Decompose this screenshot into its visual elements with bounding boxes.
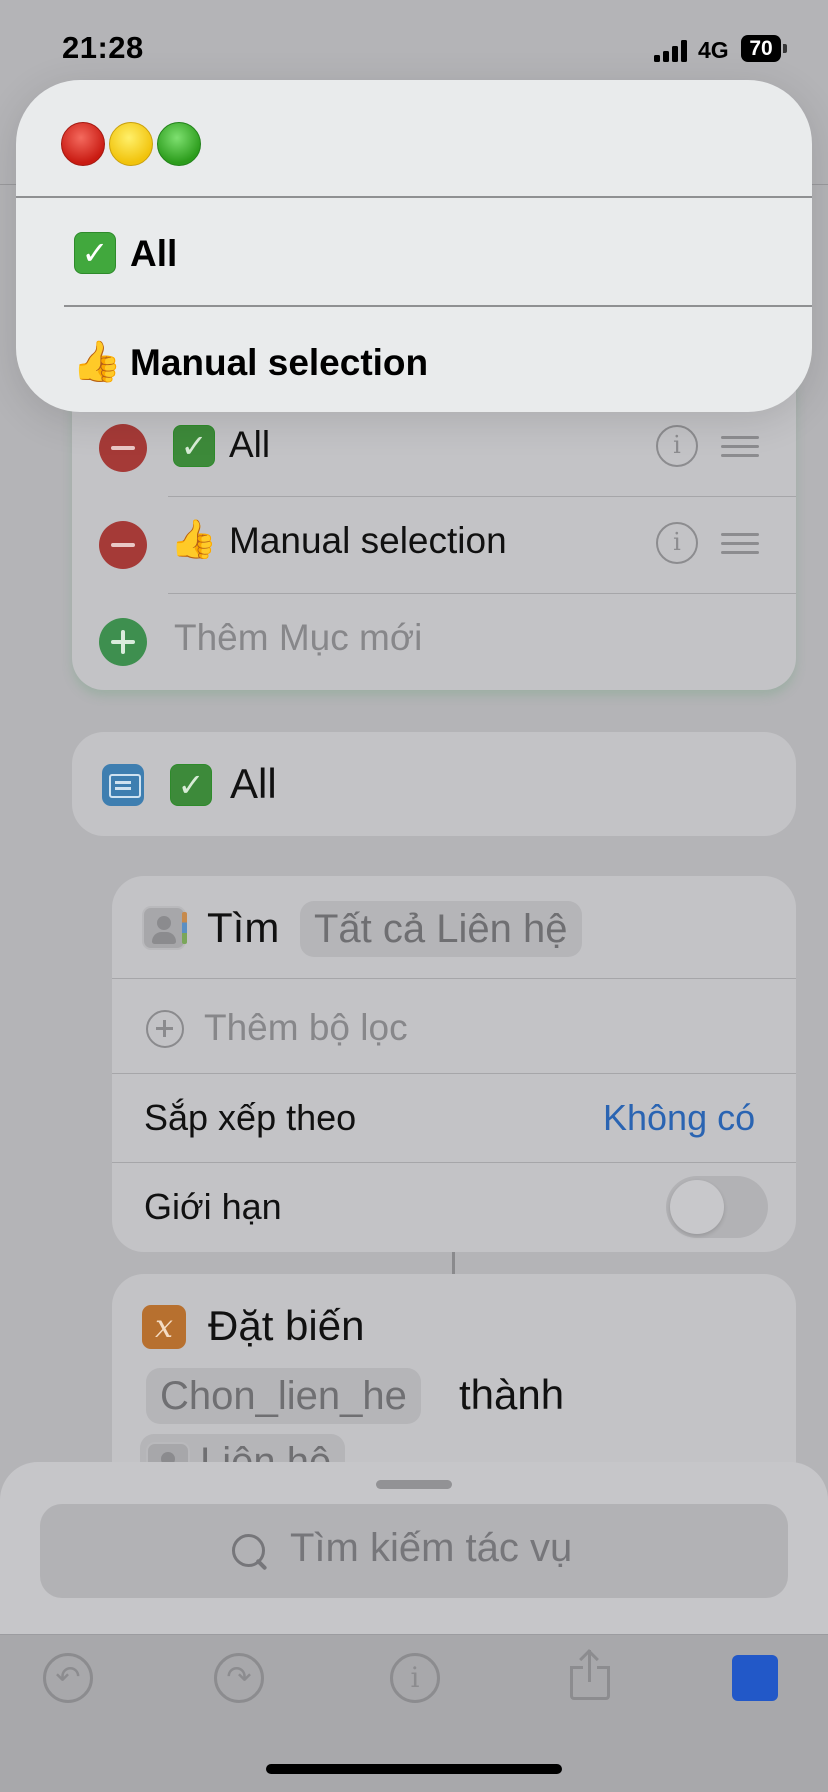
limit-label: Giới hạn	[144, 1186, 282, 1227]
checkmark-emoji-icon: ✓	[173, 425, 215, 467]
row-divider	[112, 1162, 796, 1163]
undo-icon[interactable]: ↶	[43, 1653, 93, 1703]
status-time: 21:28	[62, 30, 144, 65]
popup-item-manual-selection[interactable]: Manual selection	[130, 342, 428, 384]
action-connector	[452, 1252, 455, 1274]
checkmark-emoji-icon: ✓	[170, 764, 212, 806]
menu-item-label[interactable]: All	[229, 424, 270, 466]
contacts-icon	[142, 906, 186, 950]
row-divider	[168, 496, 796, 497]
drag-handle-icon[interactable]	[721, 533, 759, 555]
search-icon	[232, 1534, 272, 1574]
set-variable-title: Đặt biến	[208, 1302, 365, 1349]
info-icon[interactable]: i	[656, 522, 698, 564]
variable-name-token[interactable]: Chon_lien_he	[146, 1368, 421, 1424]
popup-header-divider	[16, 196, 812, 198]
menu-item-label[interactable]: Manual selection	[229, 520, 507, 562]
popup-item-divider	[64, 305, 812, 307]
thumbs-up-emoji-icon: 👍	[72, 340, 122, 384]
find-target-token[interactable]: Tất cả Liên hệ	[300, 901, 582, 957]
row-divider	[168, 593, 796, 594]
drag-handle-icon[interactable]	[721, 436, 759, 458]
stop-icon[interactable]	[732, 1655, 778, 1701]
info-icon[interactable]: i	[390, 1653, 440, 1703]
row-divider	[112, 978, 796, 979]
popup-item-all[interactable]: All	[130, 233, 177, 275]
add-item-placeholder[interactable]: Thêm Mục mới	[174, 617, 422, 659]
close-window-icon[interactable]	[61, 122, 105, 166]
thumbs-up-emoji-icon: 👍	[170, 519, 218, 561]
find-verb: Tìm	[207, 904, 280, 951]
remove-item-button[interactable]	[99, 521, 147, 569]
home-indicator	[266, 1764, 562, 1774]
row-divider	[112, 1073, 796, 1074]
limit-toggle[interactable]	[666, 1176, 768, 1238]
case-label: All	[230, 760, 277, 807]
redo-icon[interactable]: ↷	[214, 1653, 264, 1703]
variable-x-icon: x	[142, 1305, 186, 1349]
add-filter-icon[interactable]	[146, 1010, 184, 1048]
search-placeholder[interactable]: Tìm kiếm tác vụ	[290, 1526, 572, 1571]
checkmark-emoji-icon: ✓	[74, 232, 116, 274]
battery-icon: 70	[741, 35, 781, 62]
sort-by-value[interactable]: Không có	[603, 1097, 755, 1139]
sort-by-label: Sắp xếp theo	[144, 1097, 357, 1138]
to-label: thành	[459, 1371, 565, 1418]
zoom-window-icon[interactable]	[157, 122, 201, 166]
info-icon[interactable]: i	[656, 425, 698, 467]
minimize-window-icon[interactable]	[109, 122, 153, 166]
network-type: 4G	[698, 37, 729, 63]
cellular-signal-icon	[654, 40, 688, 62]
contacts-icon-stripe	[182, 912, 187, 944]
menu-case-icon	[102, 764, 144, 806]
battery-cap	[783, 44, 787, 53]
add-item-button[interactable]	[99, 618, 147, 666]
remove-item-button[interactable]	[99, 424, 147, 472]
share-icon[interactable]	[568, 1648, 612, 1702]
add-filter-button[interactable]: Thêm bộ lọc	[204, 1007, 408, 1049]
sheet-grabber[interactable]	[376, 1480, 452, 1489]
